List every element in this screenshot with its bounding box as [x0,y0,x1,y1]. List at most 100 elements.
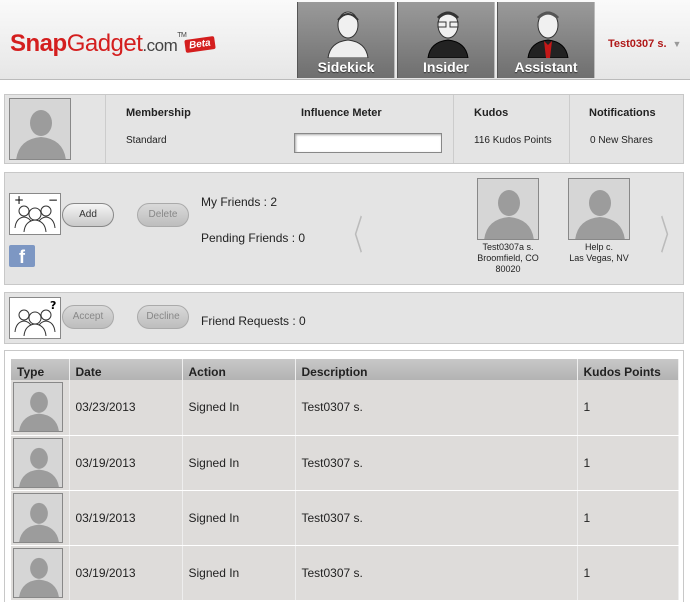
activity-table-container: Type Date Action Description Kudos Point… [4,350,684,602]
person-silhouette-icon [14,548,62,597]
kudos-section: Kudos 116 Kudos Points [453,95,569,163]
kudos-value[interactable]: 116 Kudos Points [474,135,552,146]
tab-assistant[interactable]: Assistant [497,2,595,78]
points-cell: 1 [577,380,679,436]
description-cell: Test0307 s. [295,435,578,491]
person-silhouette-icon [10,99,70,159]
influence-meter-label: Influence Meter [301,107,382,119]
svg-text:?: ? [50,299,56,312]
notifications-label: Notifications [589,107,656,119]
description-cell: Test0307 s. [295,380,578,436]
kudos-label: Kudos [474,107,509,119]
friend-zip: 80020 [495,264,521,274]
points-cell: 1 [577,435,679,491]
friend-location: Broomfield, CO [477,253,539,263]
user-name: Test0307 s. [608,38,667,50]
membership-label: Membership [126,107,191,119]
tab-insider-label: Insider [423,59,469,75]
chevron-left-icon[interactable]: 〈 [343,203,363,261]
pending-friends-count: Pending Friends : 0 [201,231,306,245]
column-header-type[interactable]: Type [11,359,70,380]
activity-avatar [13,492,63,543]
activity-avatar [13,547,63,598]
membership-section: Membership Standard [105,95,275,163]
table-row[interactable]: 03/19/2013 Signed In Test0307 s. 1 [11,545,679,601]
tab-sidekick[interactable]: Sidekick [297,2,395,78]
friend-card[interactable]: Test0307a s. Broomfield, CO 80020 [470,178,546,275]
membership-value: Standard [126,135,167,146]
table-row[interactable]: 03/19/2013 Signed In Test0307 s. 1 [11,435,679,491]
friend-avatar [568,178,630,240]
notifications-section: Notifications 0 New Shares [569,95,683,163]
column-header-date[interactable]: Date [69,359,183,380]
points-cell: 1 [577,545,679,601]
column-header-action[interactable]: Action [182,359,296,380]
svg-text:+: + [14,194,24,207]
person-silhouette-icon [569,179,629,239]
friend-avatar [477,178,539,240]
friend-requests-panel: ? Accept Decline Friend Requests : 0 [4,292,684,344]
user-menu[interactable]: Test0307 s. ▼ [608,38,681,50]
action-cell: Signed In [182,380,296,436]
friend-requests-count: Friend Requests : 0 [201,314,306,328]
logo-tm: TM [177,32,187,39]
table-row[interactable]: 03/19/2013 Signed In Test0307 s. 1 [11,490,679,546]
points-cell: 1 [577,490,679,546]
svg-text:−: − [48,194,58,207]
table-header-row: Type Date Action Description Kudos Point… [11,359,679,380]
logo-gadget: Gadget [66,30,143,57]
table-row[interactable]: 03/23/2013 Signed In Test0307 s. 1 [11,380,679,436]
insider-avatar-icon [427,11,469,58]
my-friends-count: My Friends : 2 [201,195,278,209]
delete-friend-button[interactable]: Delete [137,203,189,227]
action-cell: Signed In [182,490,296,546]
influence-meter [294,133,442,153]
activity-avatar [13,437,63,488]
add-friend-button[interactable]: Add [62,203,114,227]
accept-request-button[interactable]: Accept [62,305,114,329]
person-silhouette-icon [14,493,62,542]
friend-name: Test0307a s. [482,242,534,252]
friend-requests-icon: ? [9,297,61,339]
tab-insider[interactable]: Insider [397,2,495,78]
type-cell [11,380,70,436]
type-cell [11,490,70,546]
description-cell: Test0307 s. [295,490,578,546]
type-cell [11,545,70,601]
friend-card[interactable]: Help c. Las Vegas, NV [561,178,637,264]
manage-friends-icon: + − [9,193,61,235]
assistant-avatar-icon [527,11,569,58]
person-silhouette-icon [478,179,538,239]
chevron-right-icon[interactable]: 〉 [660,203,680,261]
friend-location: Las Vegas, NV [569,253,629,263]
decline-request-button[interactable]: Decline [137,305,189,329]
description-cell: Test0307 s. [295,545,578,601]
person-silhouette-icon [14,383,62,432]
header: SnapGadget.comTM Beta Sidekick Insider A… [0,0,690,80]
logo-com: .com [142,36,178,55]
date-cell: 03/19/2013 [69,435,183,491]
column-header-description[interactable]: Description [295,359,578,380]
sidekick-avatar-icon [327,11,369,58]
type-cell [11,435,70,491]
tab-assistant-label: Assistant [514,59,578,75]
beta-badge: Beta [184,35,216,54]
activity-table: Type Date Action Description Kudos Point… [11,359,679,601]
friend-name: Help c. [584,242,613,252]
profile-summary: Membership Standard Influence Meter Kudo… [4,94,684,164]
snapgadget-logo[interactable]: SnapGadget.comTM [10,30,187,58]
person-silhouette-icon [14,438,62,487]
action-cell: Signed In [182,435,296,491]
date-cell: 03/19/2013 [69,490,183,546]
chevron-down-icon: ▼ [672,39,682,49]
date-cell: 03/23/2013 [69,380,183,436]
profile-avatar[interactable] [9,98,71,160]
date-cell: 03/19/2013 [69,545,183,601]
tab-sidekick-label: Sidekick [317,59,375,75]
column-header-kudos-points[interactable]: Kudos Points [577,359,679,380]
facebook-icon[interactable]: f [9,245,35,267]
notifications-value[interactable]: 0 New Shares [590,135,653,146]
action-cell: Signed In [182,545,296,601]
friends-panel: + − Add Delete f My Friends : 2 Pending … [4,172,684,285]
logo-snap: Snap [10,30,67,57]
